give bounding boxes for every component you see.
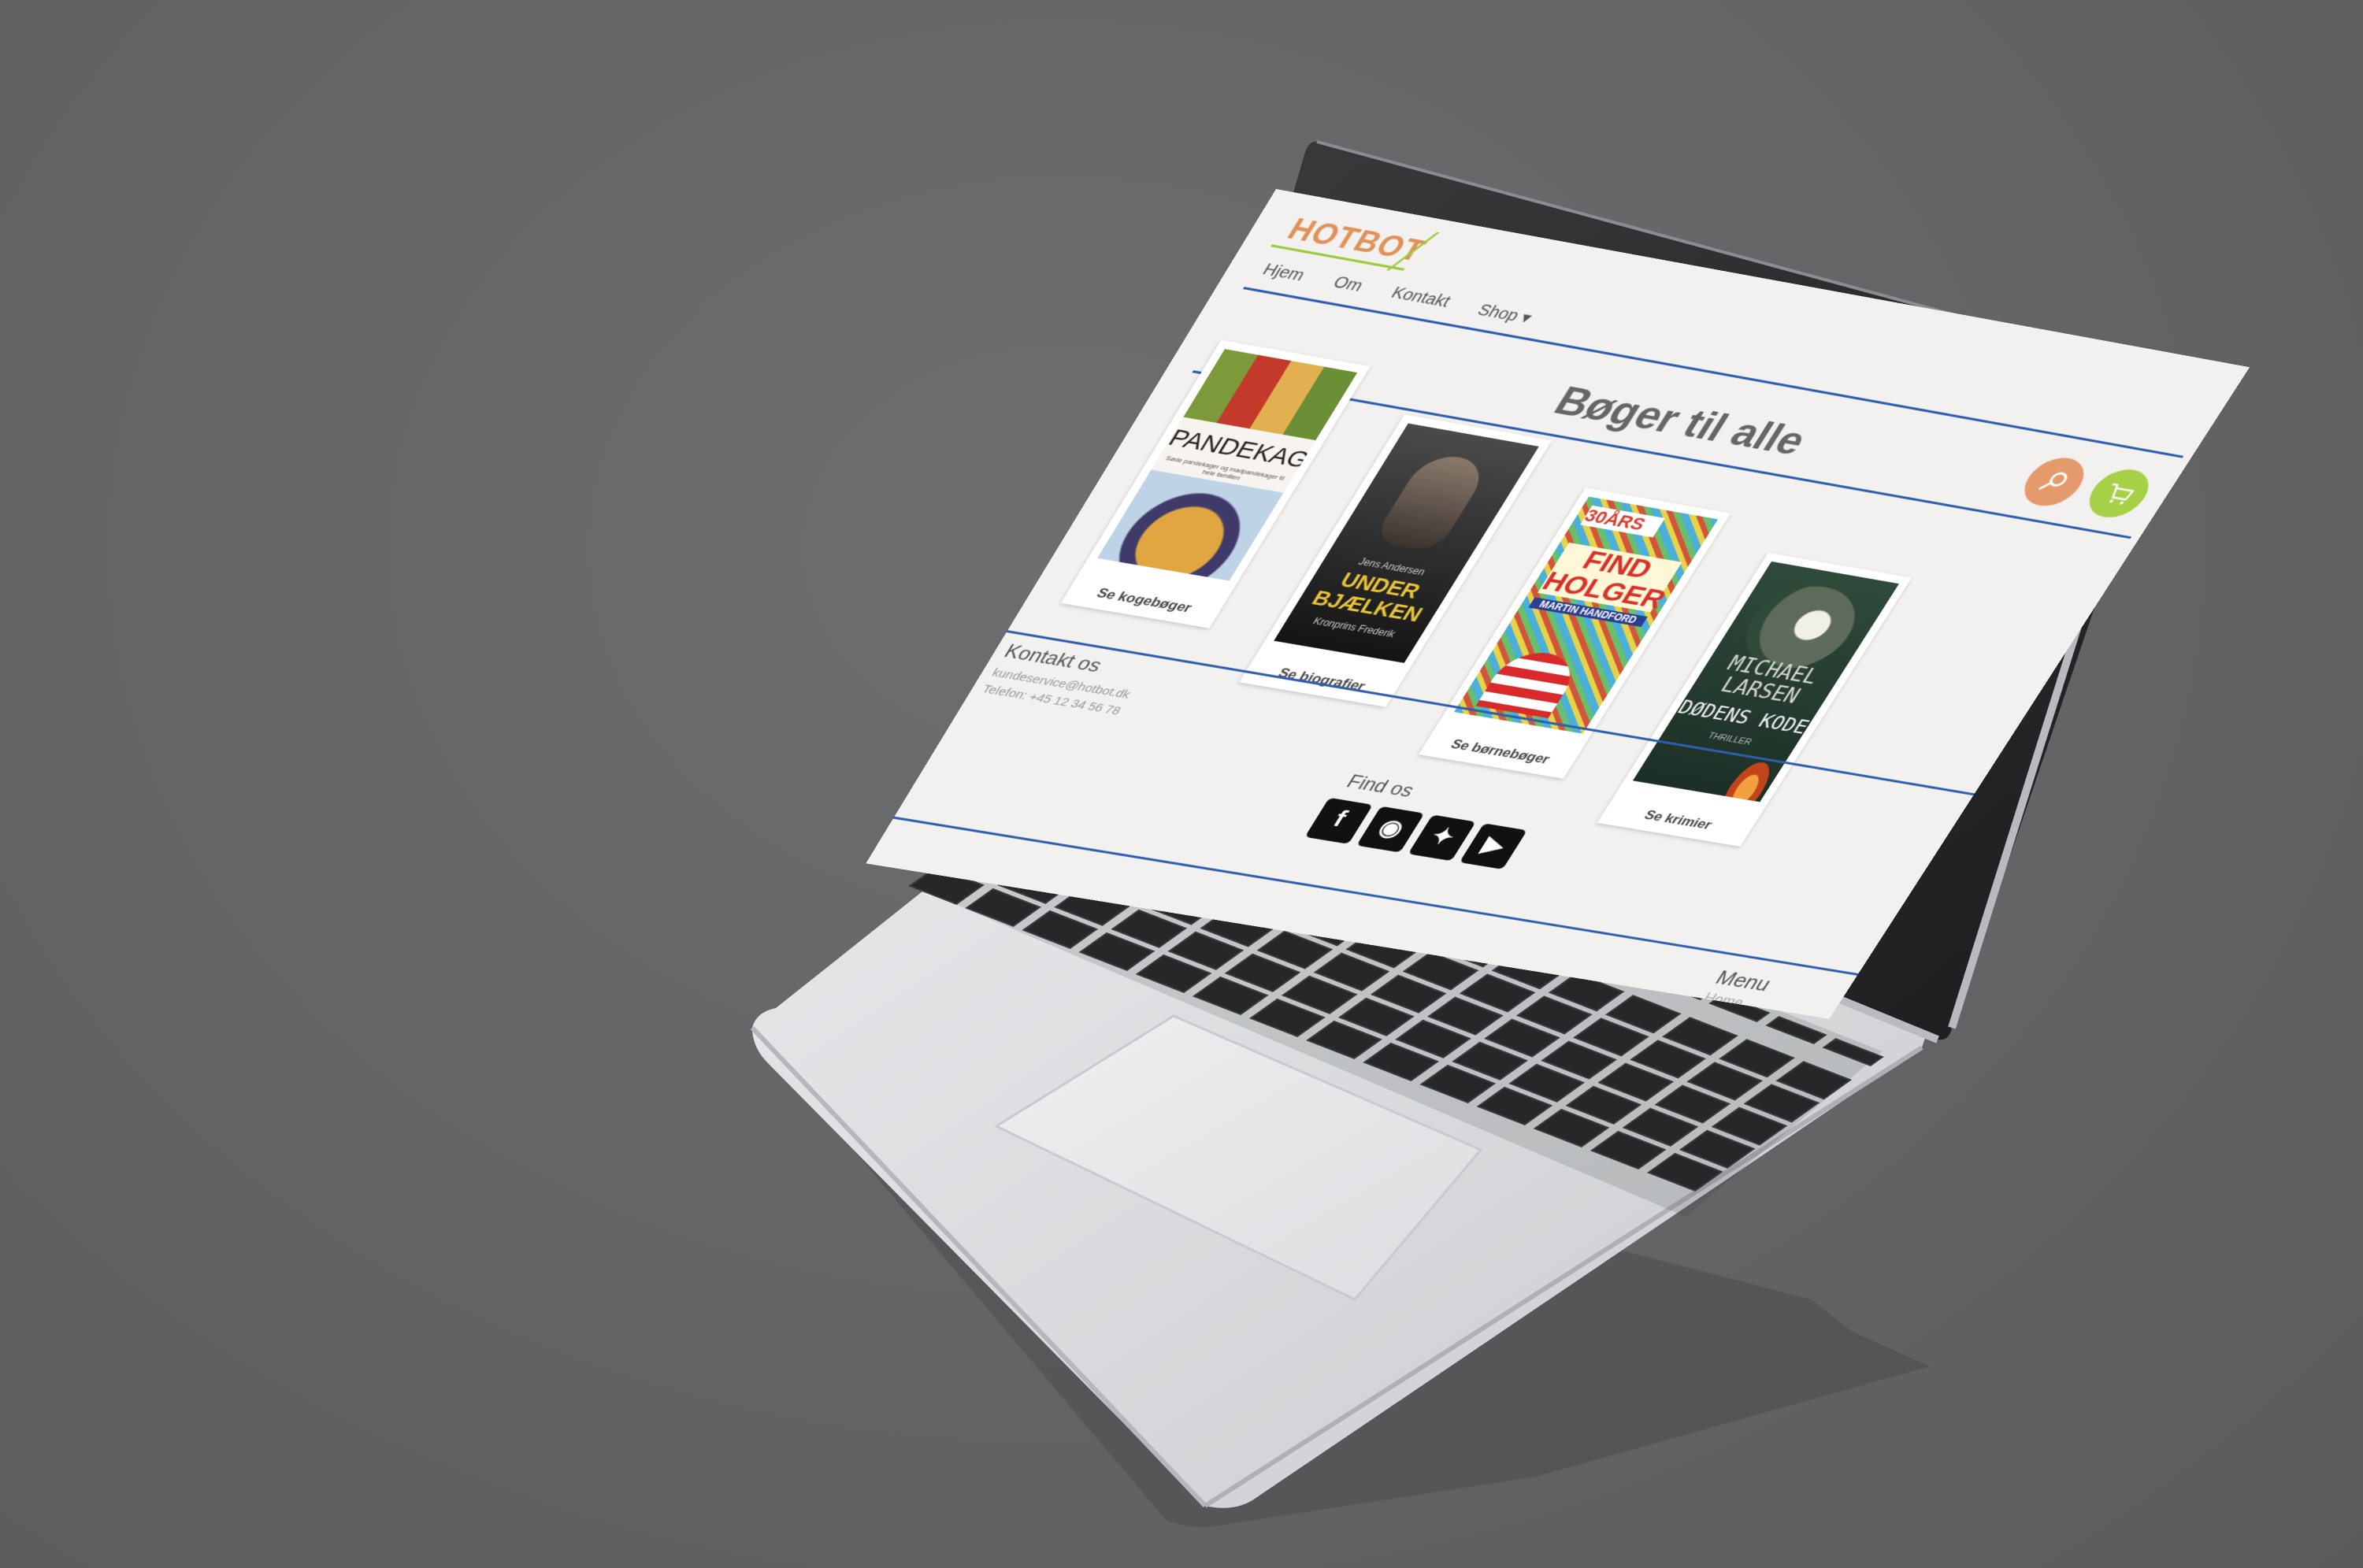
cover-badge: 30ÅRS xyxy=(1580,505,1665,538)
pancake-photo xyxy=(1097,469,1284,581)
nav-item-om[interactable]: Om xyxy=(1328,273,1367,297)
nav-item-shop[interactable]: Shop ▾ xyxy=(1474,300,1537,328)
portrait-photo xyxy=(1371,451,1493,553)
keyboard-key xyxy=(1765,1016,1827,1045)
find-us-heading: Find os xyxy=(1342,771,1419,802)
search-icon xyxy=(2031,466,2077,498)
cart-icon xyxy=(2096,478,2142,505)
card-label[interactable]: Se kogebøger xyxy=(1066,580,1223,621)
card-label[interactable]: Se krimier xyxy=(1602,801,1754,840)
card-label[interactable]: Se børnebøger xyxy=(1423,732,1577,771)
nav-item-hjem[interactable]: Hjem xyxy=(1258,261,1308,287)
holger-hat xyxy=(1475,647,1586,718)
keyboard-key xyxy=(1822,1038,1884,1067)
nav-item-kontakt[interactable]: Kontakt xyxy=(1386,284,1454,313)
food-photo xyxy=(1183,349,1358,441)
